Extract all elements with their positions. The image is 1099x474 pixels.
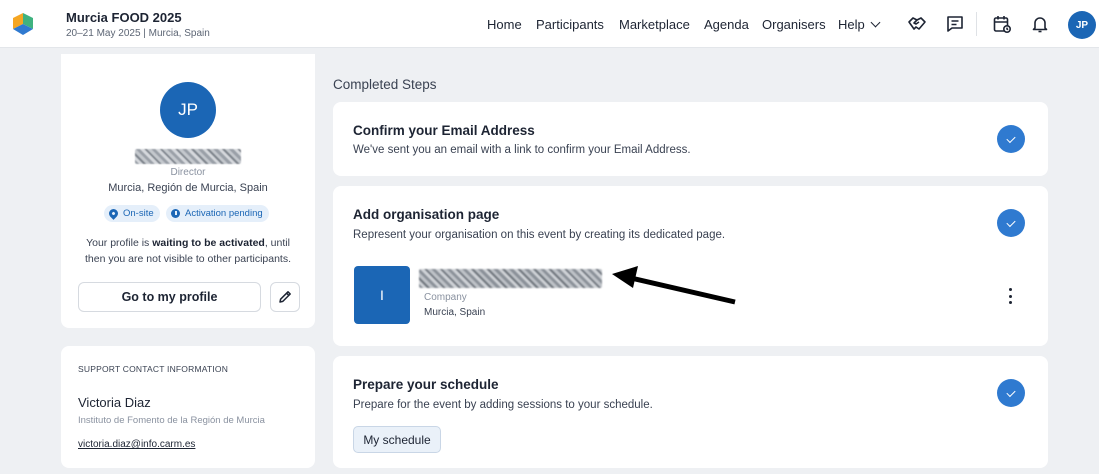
- nav-help[interactable]: Help: [838, 17, 881, 32]
- edit-profile-button[interactable]: [270, 282, 300, 312]
- support-card: SUPPORT CONTACT INFORMATION Victoria Dia…: [61, 346, 315, 468]
- completed-steps-title: Completed Steps: [333, 77, 437, 92]
- nav-marketplace[interactable]: Marketplace: [619, 17, 690, 32]
- step-prepare-schedule: Prepare your schedule Prepare for the ev…: [333, 356, 1048, 468]
- my-schedule-button[interactable]: My schedule: [353, 426, 441, 453]
- check-circle-icon: [997, 209, 1025, 237]
- support-name: Victoria Diaz: [78, 395, 151, 410]
- organisation-logo[interactable]: I: [354, 266, 410, 324]
- profile-card: JP Director Murcia, Región de Murcia, Sp…: [61, 54, 315, 328]
- event-title: Murcia FOOD 2025: [66, 10, 182, 25]
- nav-participants[interactable]: Participants: [536, 17, 604, 32]
- bell-icon[interactable]: [1030, 14, 1050, 34]
- nav-help-label: Help: [838, 17, 865, 32]
- clock-icon: [171, 209, 180, 218]
- top-bar: Murcia FOOD 2025 20–21 May 2025 | Murcia…: [0, 0, 1099, 48]
- profile-name-redacted: [135, 149, 241, 164]
- profile-avatar: JP: [160, 82, 216, 138]
- app-logo-icon[interactable]: [11, 12, 35, 36]
- support-organisation: Instituto de Fomento de la Región de Mur…: [78, 415, 265, 426]
- step-description: Prepare for the event by adding sessions…: [353, 399, 653, 411]
- step-title: Confirm your Email Address: [353, 123, 535, 138]
- profile-role: Director: [170, 167, 206, 178]
- location-pin-icon: [107, 207, 120, 220]
- go-to-profile-button[interactable]: Go to my profile: [78, 282, 261, 312]
- activation-badge-label: Activation pending: [185, 208, 263, 219]
- organisation-name-redacted[interactable]: [419, 269, 602, 288]
- check-circle-icon: [997, 125, 1025, 153]
- profile-location: Murcia, Región de Murcia, Spain: [108, 182, 268, 194]
- more-options-icon[interactable]: [1002, 286, 1018, 306]
- note-prefix: Your profile is: [86, 237, 153, 249]
- onsite-badge-label: On-site: [123, 208, 154, 219]
- nav-agenda[interactable]: Agenda: [704, 17, 749, 32]
- check-circle-icon: [997, 379, 1025, 407]
- step-description: Represent your organisation on this even…: [353, 229, 726, 241]
- chevron-down-icon: [870, 17, 881, 28]
- activation-badge: Activation pending: [166, 205, 269, 222]
- step-title: Prepare your schedule: [353, 377, 499, 392]
- organisation-type: Company: [424, 292, 467, 303]
- profile-status-note: Your profile is waiting to be activated,…: [75, 235, 301, 267]
- step-confirm-email: Confirm your Email Address We've sent yo…: [333, 102, 1048, 176]
- nav-home[interactable]: Home: [487, 17, 522, 32]
- event-subtitle: 20–21 May 2025 | Murcia, Spain: [66, 28, 210, 39]
- user-avatar[interactable]: JP: [1068, 11, 1096, 39]
- onsite-badge: On-site: [104, 205, 160, 222]
- step-add-organisation: Add organisation page Represent your org…: [333, 186, 1048, 346]
- nav-organisers[interactable]: Organisers: [762, 17, 826, 32]
- calendar-icon[interactable]: [992, 14, 1012, 34]
- step-description: We've sent you an email with a link to c…: [353, 144, 691, 156]
- handshake-icon[interactable]: [907, 14, 927, 34]
- toolbar-divider: [976, 12, 977, 36]
- organisation-location: Murcia, Spain: [424, 307, 486, 318]
- pencil-icon: [279, 291, 291, 303]
- chat-icon[interactable]: [945, 14, 965, 34]
- annotation-arrow-icon: [612, 266, 736, 305]
- support-heading: SUPPORT CONTACT INFORMATION: [78, 364, 229, 374]
- step-title: Add organisation page: [353, 207, 500, 222]
- note-bold: waiting to be activated: [152, 237, 265, 249]
- support-email-link[interactable]: victoria.diaz@info.carm.es: [78, 439, 195, 450]
